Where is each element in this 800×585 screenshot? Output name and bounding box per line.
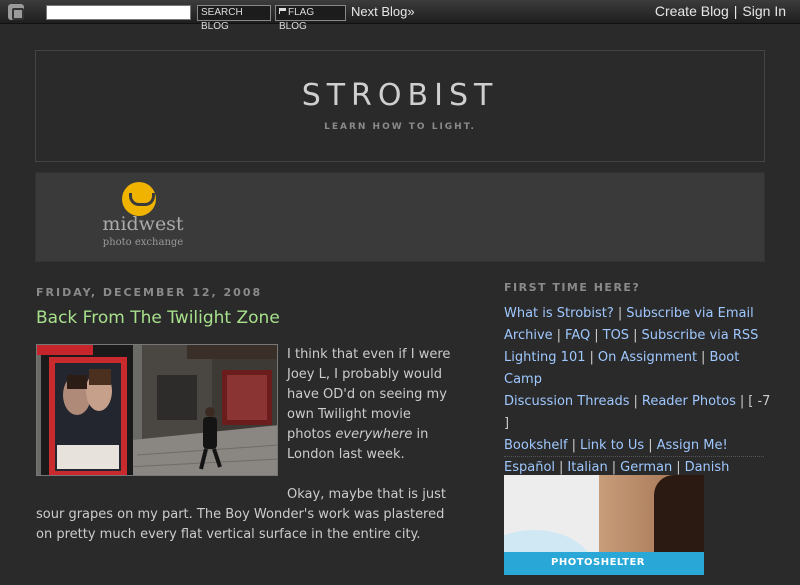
link-separator: |: [701, 350, 706, 365]
what-is-strobist-link[interactable]: What is Strobist?: [504, 306, 614, 321]
post-date: FRIDAY, DECEMBER 12, 2008: [36, 286, 263, 299]
sidebar-row-5: Bookshelf | Link to Us | Assign Me!: [504, 435, 774, 457]
sidebar-title: FIRST TIME HERE?: [504, 281, 641, 294]
blog-header: STROBIST LEARN HOW TO LIGHT.: [35, 50, 765, 162]
post-title-link[interactable]: Back From The Twilight Zone: [36, 308, 280, 328]
post-paragraph-1: I think that even if I were Joey L, I pr…: [287, 347, 451, 462]
link-separator: |: [611, 460, 617, 475]
sidebar-row-3: Lighting 101 | On Assignment | Boot Camp: [504, 347, 774, 391]
sign-in-link[interactable]: Sign In: [742, 3, 786, 19]
espanol-link[interactable]: Español: [504, 460, 555, 475]
sidebar-row-2: Archive | FAQ | TOS | Subscribe via RSS: [504, 325, 774, 347]
link-separator: |: [559, 460, 564, 475]
reader-photos-link[interactable]: Reader Photos: [642, 394, 736, 409]
navbar-separator: |: [733, 3, 738, 19]
tos-link[interactable]: TOS: [603, 328, 629, 343]
german-link[interactable]: German: [620, 460, 672, 475]
next-blog-link[interactable]: Next Blog»: [351, 4, 415, 19]
link-separator: |: [617, 306, 623, 321]
link-separator: |: [633, 394, 638, 409]
blog-search-input[interactable]: [46, 5, 191, 20]
discussion-threads-link[interactable]: Discussion Threads: [504, 394, 630, 409]
link-separator: |: [571, 438, 576, 453]
midwest-logo-icon: [122, 182, 156, 216]
link-separator: |: [633, 328, 638, 343]
ad-label: PHOTOSHELTER: [551, 557, 645, 568]
sidebar-divider: [504, 456, 764, 457]
on-assignment-link[interactable]: On Assignment: [598, 350, 697, 365]
post-photo[interactable]: [36, 344, 278, 476]
sidebar-row-1: What is Strobist? | Subscribe via Email: [504, 303, 774, 325]
sidebar-row-4: Discussion Threads | Reader Photos |[ -7 ]: [504, 391, 774, 435]
create-blog-link[interactable]: Create Blog: [655, 3, 729, 19]
bookshelf-link[interactable]: Bookshelf: [504, 438, 568, 453]
danish-link[interactable]: Danish: [685, 460, 730, 475]
subscribe-email-link[interactable]: Subscribe via Email: [626, 306, 753, 321]
link-separator: |: [739, 394, 745, 409]
photoshelter-ad[interactable]: PHOTOSHELTER: [504, 475, 704, 575]
flag-blog-button[interactable]: FLAG BLOG: [275, 5, 346, 32]
archive-link[interactable]: Archive: [504, 328, 553, 343]
blog-description: LEARN HOW TO LIGHT.: [324, 122, 476, 132]
blogger-navbar: SEARCH BLOG FLAG BLOG Next Blog» Create …: [0, 0, 800, 32]
sidebar-links: What is Strobist? | Subscribe via Email Ar…: [504, 303, 774, 479]
link-separator: |: [676, 460, 681, 475]
link-to-us-link[interactable]: Link to Us: [580, 438, 644, 453]
flag-icon: [279, 8, 286, 14]
search-blog-button[interactable]: SEARCH BLOG: [197, 5, 271, 32]
subscribe-rss-link[interactable]: Subscribe via RSS: [641, 328, 758, 343]
link-separator: |: [556, 328, 562, 343]
post-paragraph-2: Okay, maybe that is just sour grapes on …: [36, 487, 446, 542]
navbar-account-links: Create Blog | Sign In: [655, 3, 786, 19]
sponsor-brand: midwest: [102, 213, 184, 235]
blog-title[interactable]: STROBIST: [36, 78, 764, 113]
assign-me-link[interactable]: Assign Me!: [657, 438, 728, 453]
link-separator: |: [648, 438, 653, 453]
faq-link[interactable]: FAQ: [565, 328, 590, 343]
lighting-101-link[interactable]: Lighting 101: [504, 350, 586, 365]
sponsor-banner[interactable]: midwest photo exchange: [35, 172, 765, 262]
blogger-logo-icon[interactable]: [8, 4, 24, 20]
italian-link[interactable]: Italian: [567, 460, 607, 475]
link-separator: |: [589, 350, 594, 365]
link-separator: |: [594, 328, 599, 343]
sponsor-subtitle: photo exchange: [102, 237, 184, 248]
